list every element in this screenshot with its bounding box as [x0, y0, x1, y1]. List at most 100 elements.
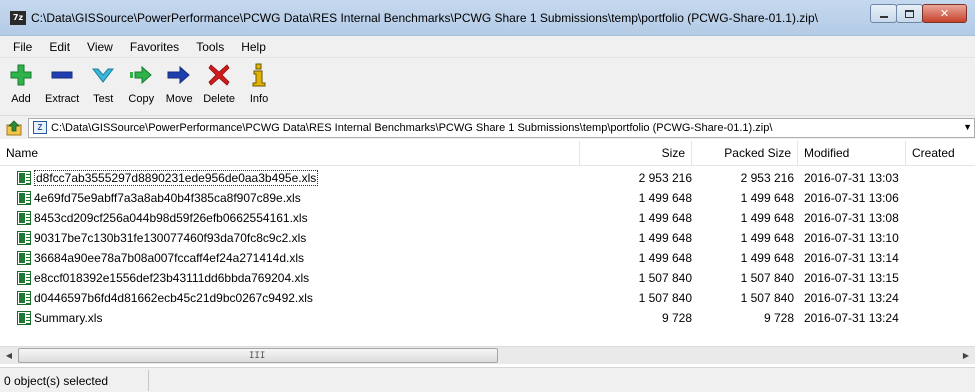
file-modified: 2016-07-31 13:06	[804, 191, 899, 205]
table-row[interactable]: 90317be7c130b31fe130077460f93da70fc8c9c2…	[0, 228, 975, 248]
file-modified: 2016-07-31 13:03	[804, 171, 899, 185]
scrollbar-thumb[interactable]: III	[18, 348, 498, 363]
file-name-cell[interactable]: 90317be7c130b31fe130077460f93da70fc8c9c2…	[17, 228, 306, 248]
column-header-size[interactable]: Size	[580, 141, 692, 165]
scrollbar-grip: III	[249, 351, 266, 361]
copy-label: Copy	[128, 93, 155, 105]
close-button[interactable]: ✕	[922, 4, 967, 23]
info-label: Info	[249, 93, 269, 105]
file-name-cell[interactable]: 36684a90ee78a7b08a007fccaff4ef24a271414d…	[17, 248, 304, 268]
minus-icon	[48, 61, 76, 89]
table-row[interactable]: 8453cd209cf256a044b98d59f26efb0662554161…	[0, 208, 975, 228]
file-name: 8453cd209cf256a044b98d59f26efb0662554161…	[34, 211, 308, 225]
column-header-name[interactable]: Name	[0, 141, 580, 165]
file-name: Summary.xls	[34, 311, 103, 325]
file-packed-size: 1 507 840	[740, 271, 794, 285]
file-size: 1 499 648	[638, 251, 692, 265]
file-name: 90317be7c130b31fe130077460f93da70fc8c9c2…	[34, 231, 307, 245]
excel-file-icon	[17, 211, 31, 225]
file-packed-size: 9 728	[763, 311, 794, 325]
status-bar: 0 object(s) selected	[0, 367, 975, 392]
chevron-down-icon[interactable]: ▼	[963, 122, 972, 132]
scroll-right-button[interactable]: ▶	[957, 347, 975, 364]
file-name-cell[interactable]: Summary.xls	[17, 308, 102, 328]
folder-up-icon[interactable]	[6, 120, 22, 136]
file-name: e8ccf018392e1556def23b43111dd6bbda769204…	[34, 271, 310, 285]
move-label: Move	[165, 93, 193, 105]
plus-icon	[7, 61, 35, 89]
file-name-cell[interactable]: d0446597b6fd4d81662ecb45c21d9bc0267c9492…	[17, 288, 313, 308]
table-row[interactable]: e8ccf018392e1556def23b43111dd6bbda769204…	[0, 268, 975, 288]
file-size: 1 499 648	[638, 231, 692, 245]
move-arrow-icon	[165, 61, 193, 89]
status-text: 0 object(s) selected	[4, 374, 109, 388]
excel-file-icon	[17, 251, 31, 265]
excel-file-icon	[17, 231, 31, 245]
address-bar: Z C:\Data\GISSource\PowerPerformance\PCW…	[0, 115, 975, 139]
zip-archive-icon: Z	[33, 121, 47, 134]
file-packed-size: 1 499 648	[740, 231, 794, 245]
file-name-cell[interactable]: e8ccf018392e1556def23b43111dd6bbda769204…	[17, 268, 309, 288]
address-input[interactable]: Z C:\Data\GISSource\PowerPerformance\PCW…	[28, 118, 975, 138]
file-name-cell[interactable]: 4e69fd75e9abff7a3a8ab40b4f385ca8f907c89e…	[17, 188, 301, 208]
table-row[interactable]: Summary.xls 9 728 9 728 2016-07-31 13:24	[0, 308, 975, 328]
table-row[interactable]: 4e69fd75e9abff7a3a8ab40b4f385ca8f907c89e…	[0, 188, 975, 208]
file-packed-size: 1 507 840	[740, 291, 794, 305]
menu-view[interactable]: View	[78, 40, 121, 54]
file-size: 1 499 648	[638, 211, 692, 225]
file-size: 1 507 840	[638, 271, 692, 285]
file-modified: 2016-07-31 13:15	[804, 271, 899, 285]
excel-file-icon	[17, 171, 31, 185]
add-button[interactable]: Add	[3, 58, 39, 115]
maximize-icon	[905, 9, 914, 18]
column-header-packed-size[interactable]: Packed Size	[692, 141, 798, 165]
menu-favorites[interactable]: Favorites	[121, 40, 187, 54]
menu-file[interactable]: File	[4, 40, 40, 54]
file-name: d0446597b6fd4d81662ecb45c21d9bc0267c9492…	[34, 291, 313, 305]
file-packed-size: 1 499 648	[740, 211, 794, 225]
file-modified: 2016-07-31 13:08	[804, 211, 899, 225]
file-size: 1 507 840	[638, 291, 692, 305]
table-row[interactable]: 36684a90ee78a7b08a007fccaff4ef24a271414d…	[0, 248, 975, 268]
excel-file-icon	[17, 191, 31, 205]
menu-edit[interactable]: Edit	[40, 40, 78, 54]
maximize-button[interactable]	[896, 4, 923, 23]
file-name-cell[interactable]: 8453cd209cf256a044b98d59f26efb0662554161…	[17, 208, 308, 228]
info-button[interactable]: Info	[241, 58, 277, 115]
file-packed-size: 1 499 648	[740, 191, 794, 205]
excel-file-icon	[17, 291, 31, 305]
add-label: Add	[11, 93, 31, 105]
file-packed-size: 2 953 216	[740, 171, 794, 185]
column-header-modified[interactable]: Modified	[798, 141, 906, 165]
info-icon	[245, 61, 273, 89]
table-row[interactable]: d8fcc7ab3555297d8890231ede956de0aa3b495e…	[0, 168, 975, 188]
menu-help[interactable]: Help	[232, 40, 274, 54]
copy-button[interactable]: Copy	[123, 58, 159, 115]
delete-label: Delete	[203, 93, 236, 105]
file-name-cell[interactable]: d8fcc7ab3555297d8890231ede956de0aa3b495e…	[17, 168, 319, 188]
scroll-left-button[interactable]: ◀	[0, 347, 18, 364]
7zip-app-icon[interactable]: 7z	[10, 11, 26, 25]
move-button[interactable]: Move	[161, 58, 197, 115]
delete-button[interactable]: Delete	[199, 58, 239, 115]
address-path[interactable]: C:\Data\GISSource\PowerPerformance\PCWG …	[51, 122, 772, 134]
extract-button[interactable]: Extract	[41, 58, 83, 115]
file-name: 36684a90ee78a7b08a007fccaff4ef24a271414d…	[34, 251, 305, 265]
file-modified: 2016-07-31 13:24	[804, 311, 899, 325]
toolbar: Add Extract Test Copy Move Delete Info	[0, 58, 975, 115]
menu-tools[interactable]: Tools	[187, 40, 232, 54]
minimize-button[interactable]	[870, 4, 897, 23]
file-size: 1 499 648	[638, 191, 692, 205]
test-label: Test	[93, 93, 114, 105]
checkmark-icon	[89, 61, 117, 89]
table-row[interactable]: d0446597b6fd4d81662ecb45c21d9bc0267c9492…	[0, 288, 975, 308]
delete-x-icon	[205, 61, 233, 89]
file-modified: 2016-07-31 13:10	[804, 231, 899, 245]
file-name: d8fcc7ab3555297d8890231ede956de0aa3b495e…	[34, 170, 319, 186]
minimize-icon	[879, 15, 888, 18]
column-header-created[interactable]: Created	[906, 141, 975, 165]
file-name: 4e69fd75e9abff7a3a8ab40b4f385ca8f907c89e…	[34, 191, 301, 205]
test-button[interactable]: Test	[85, 58, 121, 115]
file-packed-size: 1 499 648	[740, 251, 794, 265]
horizontal-scrollbar[interactable]: ◀ III ▶	[0, 346, 975, 364]
